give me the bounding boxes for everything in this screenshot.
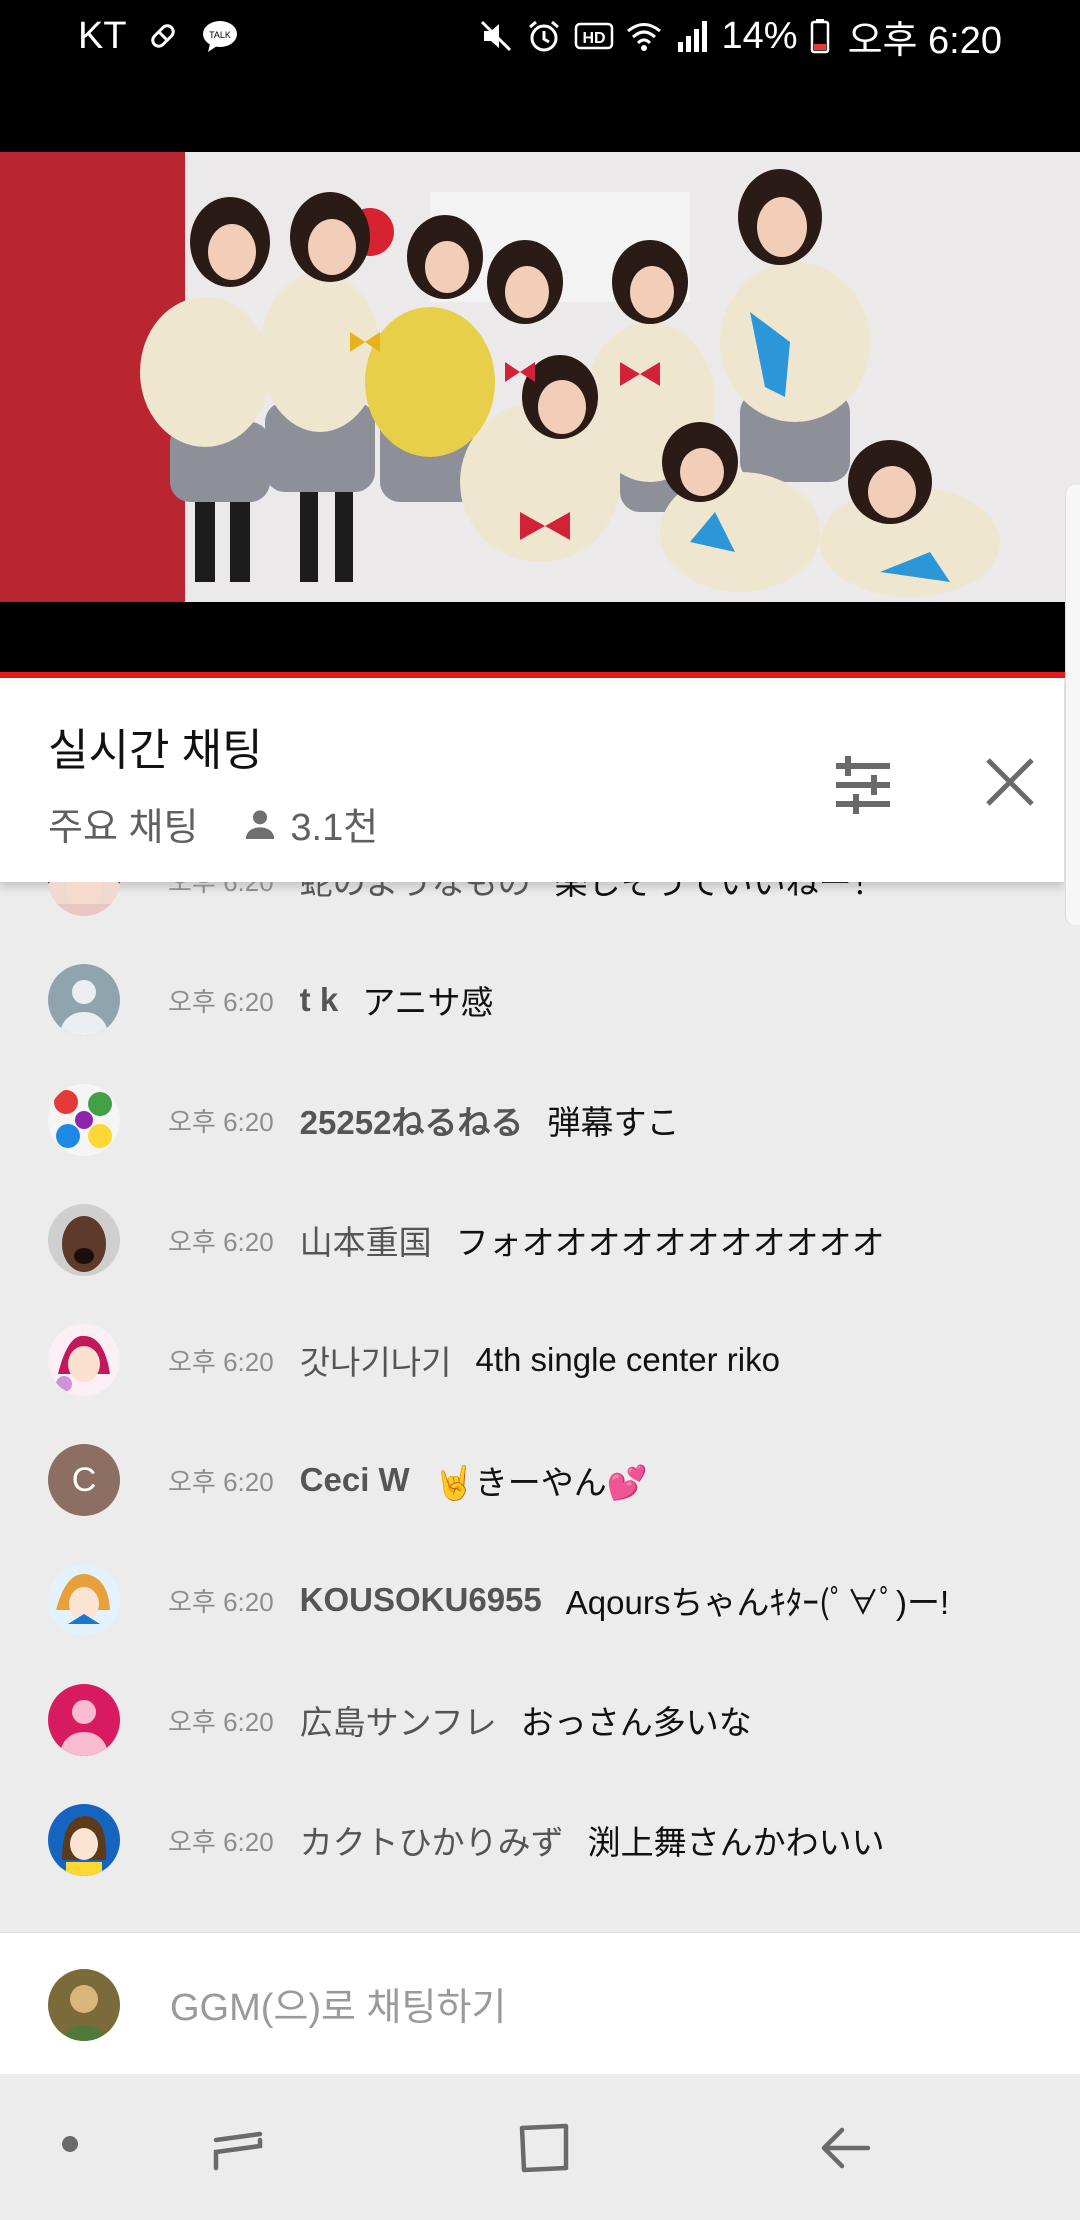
person-icon	[246, 809, 275, 839]
clock: 오후 6:20	[847, 19, 1002, 62]
chat-mode-selector[interactable]: 주요 채팅 3.1천	[48, 796, 378, 851]
message-author[interactable]: 蛇のようなもの	[300, 882, 531, 904]
message-text: 4th single center riko	[475, 1341, 780, 1378]
message-text: 弾幕すこ	[547, 1104, 680, 1141]
message-text: おっさん多いな	[520, 1704, 752, 1741]
message-time: 오후 6:20	[168, 1226, 274, 1257]
message-author[interactable]: Ceci W	[300, 1461, 410, 1499]
user-avatar[interactable]	[48, 1084, 120, 1156]
chat-message: 오후 6:20 갓나기나기 4th single center riko	[48, 1320, 1058, 1400]
message-time: 오후 6:20	[168, 1346, 274, 1377]
user-avatar[interactable]	[48, 882, 120, 916]
video-player[interactable]	[0, 72, 1080, 678]
system-nav-bar	[0, 2074, 1080, 2220]
chat-title: 실시간 채팅	[48, 726, 263, 775]
battery-percent: 14%	[721, 14, 798, 57]
chat-message: 오후 6:20 25252ねるねる 弾幕すこ	[48, 1080, 1058, 1160]
pill-icon	[150, 24, 175, 48]
message-time: 오후 6:20	[168, 882, 274, 899]
user-avatar[interactable]	[48, 1324, 120, 1396]
user-avatar[interactable]	[48, 1564, 120, 1636]
message-author[interactable]: 25252ねるねる	[300, 1096, 524, 1144]
message-time: 오후 6:20	[168, 1826, 274, 1857]
signal-icon	[677, 21, 707, 52]
alarm-icon	[528, 20, 559, 52]
user-avatar[interactable]	[48, 964, 120, 1036]
message-author[interactable]: 갓나기나기	[300, 1336, 452, 1384]
message-author[interactable]: 広島サンフレ	[300, 1696, 497, 1744]
message-author[interactable]: 山本重国	[300, 1216, 432, 1264]
chat-message-list[interactable]: 오후 6:20 蛇のようなもの 楽しそうでいいねー！ 오후 6:20 t k ア…	[0, 882, 1064, 1932]
user-avatar[interactable]	[48, 1204, 120, 1276]
talk-icon: TALK	[202, 21, 237, 52]
chat-message-input[interactable]	[168, 1979, 1032, 2037]
user-avatar[interactable]	[48, 1684, 120, 1756]
message-text: 🤘きーやん💕	[433, 1464, 648, 1501]
message-time: 오후 6:20	[168, 1586, 274, 1617]
user-avatar[interactable]	[48, 1804, 120, 1876]
back-icon[interactable]	[818, 2120, 874, 2176]
message-author[interactable]: t k	[300, 981, 339, 1019]
chat-message: 오후 6:20 広島サンフレ おっさん多いな	[48, 1680, 1058, 1760]
hd-icon: HD	[574, 22, 613, 50]
status-left: KT TALK	[78, 15, 241, 58]
filter-settings-button[interactable]	[830, 752, 896, 818]
message-time: 오후 6:20	[168, 1106, 274, 1137]
battery-icon	[810, 19, 829, 54]
close-chat-button[interactable]	[980, 752, 1040, 812]
status-right: HD 14% 오후 6:20	[478, 9, 1002, 64]
chat-message: 오후 6:20 カクトひかりみず 渕上舞さんかわいい	[48, 1800, 1058, 1880]
video-frame	[0, 152, 1080, 602]
chat-message: 오후 6:20 KOUSOKU6955 Aqoursちゃんｷﾀｰ(ﾟ∀ﾟ)ー!	[48, 1560, 1058, 1640]
message-time: 오후 6:20	[168, 986, 274, 1017]
chat-input-bar	[0, 1932, 1080, 2075]
chat-message: 오후 6:20 山本重国 フォオオオオオオオオオオオ	[48, 1200, 1058, 1280]
live-chat-header: 실시간 채팅 주요 채팅 3.1천	[0, 678, 1064, 882]
mute-icon	[480, 20, 511, 52]
svg-text:TALK: TALK	[209, 30, 231, 40]
message-time: 오후 6:20	[168, 1466, 274, 1497]
message-text: Aqoursちゃんｷﾀｰ(ﾟ∀ﾟ)ー!	[565, 1584, 950, 1621]
message-author[interactable]: KOUSOKU6955	[300, 1581, 542, 1619]
carrier-label: KT	[78, 14, 127, 57]
wifi-icon	[626, 23, 661, 51]
message-time: 오후 6:20	[168, 1706, 274, 1737]
message-author[interactable]: カクトひかりみず	[300, 1816, 564, 1864]
my-avatar[interactable]	[48, 1969, 120, 2041]
dot-indicator-icon	[62, 2136, 78, 2152]
recent-apps-icon[interactable]	[210, 2120, 266, 2176]
chat-mode-label: 주요 채팅	[48, 807, 199, 849]
video-thumbnail-image	[0, 152, 1080, 602]
message-text: 楽しそうでいいねー！	[554, 882, 885, 901]
viewer-count-value: 3.1천	[290, 807, 379, 849]
svg-text:HD: HD	[582, 30, 605, 47]
status-bar: KT TALK HD 14% 오후 6:20	[0, 0, 1080, 72]
viewer-count: 3.1천	[240, 796, 378, 851]
user-avatar[interactable]: C	[48, 1444, 120, 1516]
message-text: フォオオオオオオオオオオオ	[455, 1224, 885, 1261]
side-drawer-handle[interactable]	[1065, 485, 1080, 925]
chat-message: C 오후 6:20 Ceci W 🤘きーやん💕	[48, 1440, 1058, 1520]
home-icon[interactable]	[516, 2120, 572, 2176]
message-text: 渕上舞さんかわいい	[587, 1824, 885, 1861]
chat-message: 오후 6:20 蛇のようなもの 楽しそうでいいねー！	[48, 882, 1058, 920]
message-text: アニサ感	[362, 984, 494, 1021]
chat-message: 오후 6:20 t k アニサ感	[48, 960, 1058, 1040]
avatar-letter: C	[71, 1460, 97, 1499]
